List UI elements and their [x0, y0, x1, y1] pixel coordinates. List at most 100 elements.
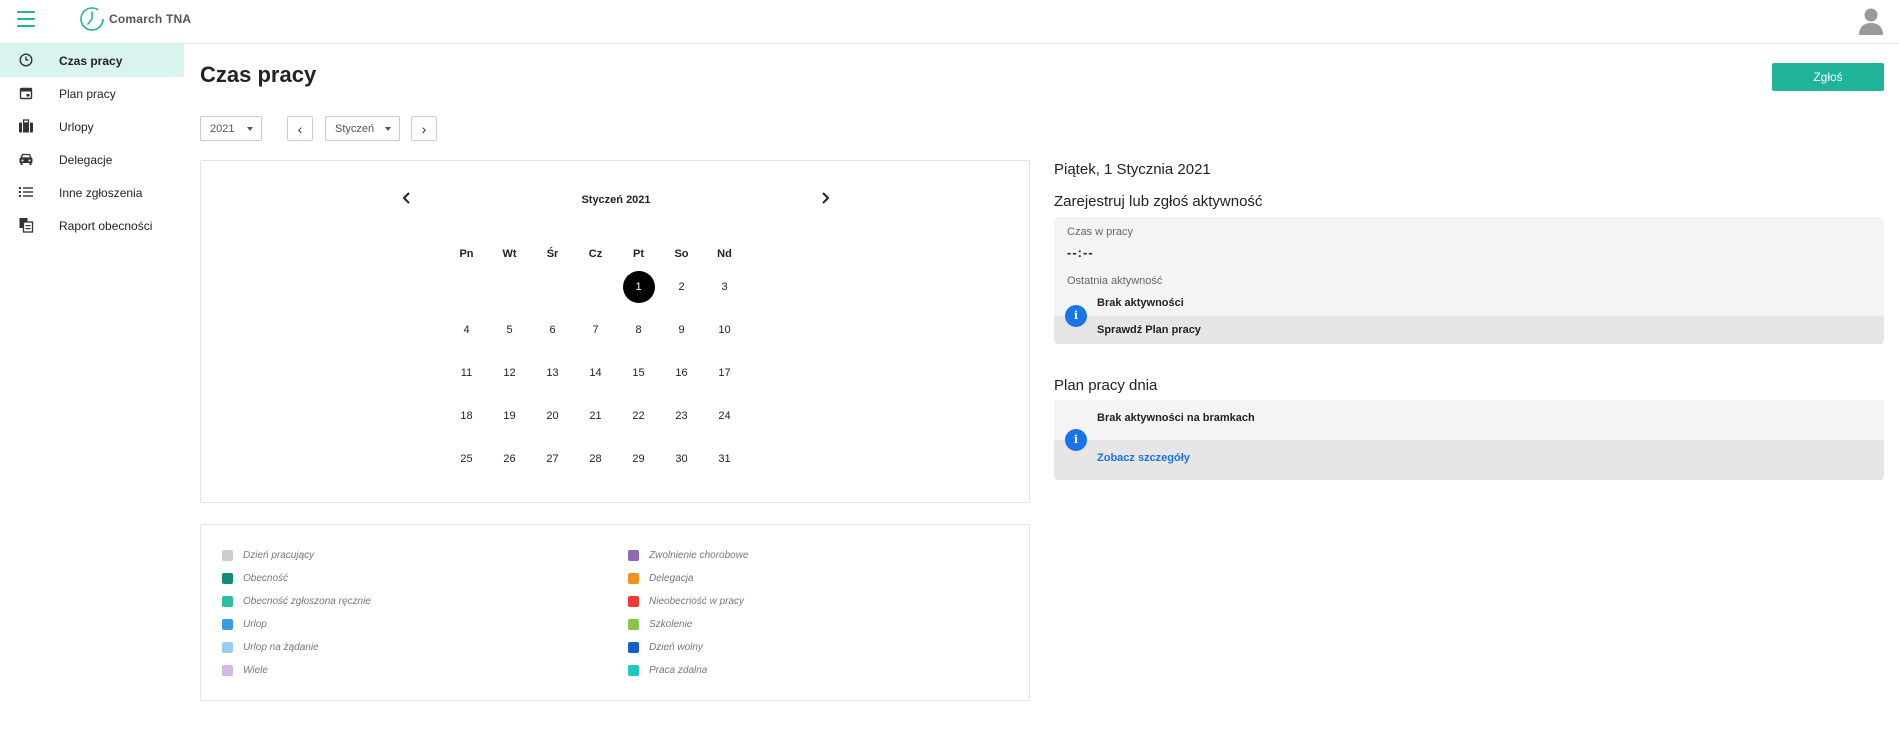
calendar-week-row: 1 2 3 [445, 265, 746, 308]
calendar-day[interactable]: 5 [488, 314, 531, 346]
check-plan-strip[interactable]: Sprawdź Plan pracy [1054, 316, 1884, 344]
sidebar-item-plan-pracy[interactable]: Plan pracy [0, 77, 184, 110]
legend-item: Praca zdalna [628, 659, 749, 682]
legend-item: Delegacja [628, 567, 749, 590]
legend-swatch [628, 642, 639, 653]
app-logo[interactable]: Comarch TNA [79, 6, 191, 32]
calendar-day[interactable]: 6 [531, 314, 574, 346]
calendar-day[interactable]: 14 [574, 357, 617, 389]
sidebar-item-czas-pracy[interactable]: Czas pracy [0, 44, 184, 77]
weekday-label: Śr [546, 248, 559, 260]
calendar-day[interactable]: 26 [488, 443, 531, 475]
sidebar-item-raport-obecnosci[interactable]: Raport obecności [0, 209, 184, 242]
legend-swatch [222, 619, 233, 630]
calendar-day-number: 28 [589, 452, 602, 465]
calendar-day-number: 22 [632, 409, 645, 422]
calendar-day[interactable]: 10 [703, 314, 746, 346]
calendar-next-icon[interactable] [817, 191, 833, 207]
sidebar-item-label: Plan pracy [59, 86, 116, 101]
logo-clock-icon [80, 7, 104, 31]
calendar-day[interactable]: 2 [660, 271, 703, 303]
calendar-day[interactable]: 27 [531, 443, 574, 475]
calendar-day-number: 10 [718, 323, 731, 336]
calendar-day-number: 5 [506, 323, 513, 336]
sidebar-item-label: Raport obecności [59, 218, 153, 233]
calendar-day[interactable]: 11 [445, 357, 488, 389]
next-month-button[interactable]: › [411, 116, 437, 141]
weekday-row: Pn Wt Śr Cz Pt So Nd [445, 243, 746, 265]
sidebar-item-label: Delegacje [59, 152, 113, 167]
sidebar-item-label: Czas pracy [59, 53, 123, 68]
calendar-day[interactable]: 12 [488, 357, 531, 389]
sidebar: Czas pracy Plan pracy Urlopy Delegacje I… [0, 44, 184, 735]
calendar-day-number: 24 [718, 409, 731, 422]
calendar-day-number: 23 [675, 409, 688, 422]
calendar-week-row: 18 19 20 21 22 23 24 [445, 394, 746, 437]
selected-day-title: Piątek, 1 Stycznia 2021 [1054, 161, 1211, 178]
weekday-label: Pt [633, 248, 644, 260]
calendar-day-selected[interactable]: 1 [617, 270, 660, 303]
calendar-day-number: 31 [718, 452, 731, 465]
calendar-day[interactable]: 7 [574, 314, 617, 346]
sidebar-item-inne-zgloszenia[interactable]: Inne zgłoszenia [0, 176, 184, 209]
legend-swatch [628, 573, 639, 584]
legend-label: Obecność zgłoszona ręcznie [243, 596, 371, 607]
last-activity-label: Ostatnia aktywność [1067, 275, 1163, 287]
calendar-day-number: 19 [503, 409, 516, 422]
calendar-day[interactable]: 31 [703, 443, 746, 475]
calendar-day-number: 13 [546, 366, 559, 379]
legend-swatch [222, 596, 233, 607]
calendar-day[interactable]: 13 [531, 357, 574, 389]
prev-month-button[interactable]: ‹ [287, 116, 313, 141]
calendar-day[interactable]: 16 [660, 357, 703, 389]
info-icon: i [1065, 305, 1087, 327]
calendar-day[interactable]: 21 [574, 400, 617, 432]
calendar-day[interactable]: 20 [531, 400, 574, 432]
legend-item: Obecność [222, 567, 371, 590]
calendar-day[interactable]: 25 [445, 443, 488, 475]
month-select[interactable]: Styczeń [325, 116, 400, 141]
chevron-right-icon: › [421, 120, 427, 137]
calendar-day[interactable]: 4 [445, 314, 488, 346]
calendar-day[interactable]: 23 [660, 400, 703, 432]
legend-item: Urlop na żądanie [222, 636, 371, 659]
calendar-day[interactable]: 3 [703, 271, 746, 303]
legend-swatch [628, 596, 639, 607]
legend-label: Zwolnienie chorobowe [649, 550, 749, 561]
legend-label: Delegacja [649, 573, 694, 584]
calendar-day-number: 25 [460, 452, 473, 465]
check-plan-link[interactable]: Sprawdź Plan pracy [1097, 324, 1201, 336]
calendar-day[interactable]: 24 [703, 400, 746, 432]
sidebar-item-delegacje[interactable]: Delegacje [0, 143, 184, 176]
calendar-day[interactable]: 30 [660, 443, 703, 475]
calendar-icon [18, 85, 34, 101]
chevron-left-icon: ‹ [297, 120, 303, 137]
see-details-link[interactable]: Zobacz szczegóły [1097, 452, 1190, 464]
calendar-day[interactable]: 18 [445, 400, 488, 432]
calendar-day[interactable]: 22 [617, 400, 660, 432]
user-icon [1859, 8, 1883, 35]
calendar-day-number: 26 [503, 452, 516, 465]
weekday-label: Cz [588, 248, 603, 260]
calendar-day[interactable]: 19 [488, 400, 531, 432]
menu-icon[interactable] [17, 11, 35, 27]
calendar-day[interactable]: 17 [703, 357, 746, 389]
calendar-day[interactable]: 9 [660, 314, 703, 346]
details-strip[interactable]: Zobacz szczegóły [1054, 440, 1884, 480]
sidebar-item-urlopy[interactable]: Urlopy [0, 110, 184, 143]
legend-swatch [222, 573, 233, 584]
legend-card: Dzień pracujący Obecność Obecność zgłoszon… [200, 524, 1030, 701]
weekday-label: So [674, 248, 689, 260]
year-select[interactable]: 2021 [200, 116, 262, 141]
top-bar: Comarch TNA [0, 0, 1899, 44]
legend-swatch [222, 642, 233, 653]
calendar-day[interactable]: 28 [574, 443, 617, 475]
calendar-title: Styczeń 2021 [581, 194, 651, 206]
report-button[interactable]: Zgłoś [1772, 63, 1884, 91]
calendar-day[interactable]: 15 [617, 357, 660, 389]
calendar-day[interactable]: 8 [617, 314, 660, 346]
calendar-day[interactable]: 29 [617, 443, 660, 475]
list-icon [18, 184, 34, 200]
user-avatar[interactable] [1857, 6, 1885, 36]
register-activity-title: Zarejestruj lub zgłoś aktywność [1054, 193, 1263, 210]
